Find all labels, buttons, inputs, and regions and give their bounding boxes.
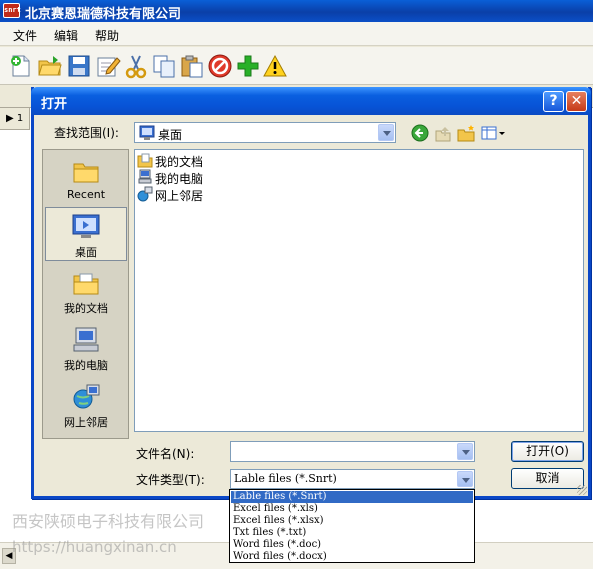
filetype-option[interactable]: Txt files (*.txt): [231, 527, 473, 539]
my-computer-icon: [138, 169, 152, 184]
place-label: 桌面: [75, 246, 97, 259]
toolbar: [0, 47, 593, 85]
new-folder-icon[interactable]: [456, 123, 476, 143]
my-documents-icon: [137, 153, 153, 168]
file-name: 我的电脑: [155, 172, 204, 186]
app-logo-icon: snrt: [3, 3, 21, 18]
close-button[interactable]: ✕: [566, 91, 587, 112]
file-name: 我的文档: [155, 155, 204, 169]
place-label: 我的电脑: [64, 359, 108, 372]
stop-icon[interactable]: [207, 53, 233, 79]
lookin-combo[interactable]: 桌面: [134, 122, 396, 143]
row-header[interactable]: ▶ 1: [0, 108, 30, 130]
place-label: 网上邻居: [64, 416, 108, 429]
new-icon[interactable]: [8, 53, 34, 79]
copy-icon[interactable]: [151, 53, 177, 79]
filetype-option[interactable]: Excel files (*.xlsx): [231, 515, 473, 527]
desktop-icon: [139, 125, 155, 144]
place-desktop[interactable]: 桌面: [45, 207, 127, 261]
menubar: 文件 编辑 帮助: [0, 22, 593, 46]
filetype-label: 文件类型(T):: [136, 473, 205, 487]
file-list[interactable]: 我的文档 我的电脑 网上邻居: [134, 149, 584, 432]
filetype-dropdown-arrow[interactable]: [457, 471, 473, 487]
warning-icon[interactable]: [262, 53, 288, 79]
desktop-icon: [72, 214, 100, 238]
filetype-select[interactable]: Lable files (*.Snrt): [230, 469, 475, 489]
place-recent[interactable]: Recent: [45, 152, 127, 206]
paste-icon[interactable]: [179, 53, 205, 79]
add-icon[interactable]: [235, 53, 261, 79]
scroll-left-icon[interactable]: ◀: [2, 548, 16, 564]
filename-label: 文件名(N):: [136, 447, 195, 461]
up-folder-icon[interactable]: [433, 123, 453, 143]
save-icon[interactable]: [66, 53, 92, 79]
back-icon[interactable]: [410, 123, 430, 143]
lookin-label: 查找范围(I):: [54, 126, 119, 140]
row-pointer-icon: ▶: [6, 113, 14, 124]
network-places-icon: [137, 186, 153, 202]
open-button[interactable]: 打开(O): [511, 441, 584, 462]
filetype-option[interactable]: Word files (*.docx): [231, 551, 473, 563]
view-menu-icon[interactable]: [480, 123, 506, 143]
row-number: 1: [16, 113, 24, 124]
dialog-titlebar[interactable]: 打开 ? ✕: [31, 87, 591, 115]
my-documents-icon: [73, 273, 99, 295]
places-bar: Recent 桌面 我的文档 我的电脑 网上邻居: [42, 149, 129, 439]
app-title: 北京赛恩瑞德科技有限公司: [25, 7, 182, 22]
menu-edit[interactable]: 编辑: [54, 27, 78, 44]
filetype-value: Lable files (*.Snrt): [234, 472, 337, 485]
file-name: 网上邻居: [155, 189, 204, 203]
menu-file[interactable]: 文件: [13, 27, 37, 44]
place-label: Recent: [66, 188, 106, 201]
app-titlebar: snrt 北京赛恩瑞德科技有限公司: [0, 0, 593, 22]
open-dialog: 打开 ? ✕ 查找范围(I): 桌面 Recent 桌面 我的文档 我的电脑 网…: [31, 87, 591, 499]
network-places-icon: [73, 384, 100, 409]
help-button[interactable]: ?: [543, 91, 564, 112]
resize-grip-icon[interactable]: [577, 485, 587, 495]
cancel-button[interactable]: 取消: [511, 468, 584, 489]
filename-dropdown-arrow[interactable]: [457, 443, 473, 460]
filetype-dropdown-list[interactable]: Lable files (*.Snrt) Excel files (*.xls)…: [229, 489, 475, 563]
place-label: 我的文档: [64, 302, 108, 315]
menu-help[interactable]: 帮助: [95, 27, 119, 44]
my-computer-icon: [73, 327, 99, 352]
place-my-documents[interactable]: 我的文档: [45, 264, 127, 318]
dialog-title: 打开: [41, 97, 68, 112]
lookin-value: 桌面: [158, 128, 183, 142]
filename-input[interactable]: [230, 441, 475, 462]
open-folder-icon[interactable]: [37, 53, 63, 79]
filetype-option[interactable]: Lable files (*.Snrt): [231, 491, 473, 503]
recent-folder-icon: [73, 163, 99, 183]
cut-icon[interactable]: [123, 53, 149, 79]
edit-icon[interactable]: [95, 53, 121, 79]
filetype-option[interactable]: Word files (*.doc): [231, 539, 473, 551]
place-my-computer[interactable]: 我的电脑: [45, 321, 127, 375]
place-network[interactable]: 网上邻居: [45, 378, 127, 432]
lookin-dropdown-arrow[interactable]: [378, 124, 394, 141]
filetype-option[interactable]: Excel files (*.xls): [231, 503, 473, 515]
